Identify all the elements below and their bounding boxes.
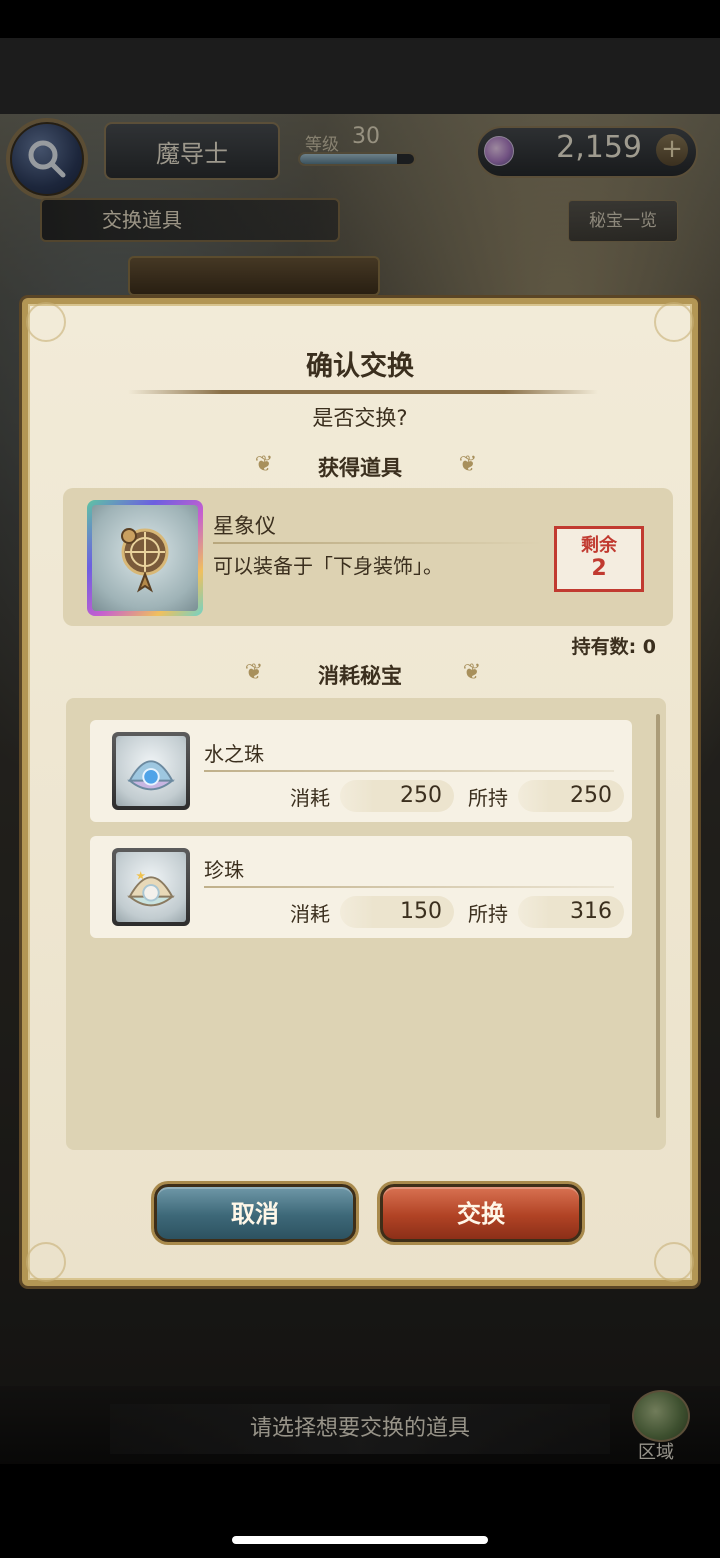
dialog-title: 确认交换 (306, 351, 414, 382)
cost-item-row: 水之珠 消耗 250 所持 250 (90, 720, 632, 822)
cost-item-name: 水之珠 (204, 742, 264, 766)
own-label: 所持 (468, 786, 508, 810)
water-pearl-shell-icon (116, 736, 186, 806)
remaining-value: 2 (591, 556, 607, 581)
corner-ornament (26, 302, 66, 342)
cancel-button[interactable]: 取消 (154, 1184, 356, 1242)
flourish-right-icon: ❦ (462, 660, 482, 685)
cost-item-icon-frame: ★ (112, 848, 190, 926)
cost-item-name: 珍珠 (204, 858, 244, 882)
remaining-label: 剩余 (581, 535, 617, 556)
home-indicator[interactable] (232, 1536, 488, 1544)
reward-divider (213, 542, 543, 544)
dialog-question: 是否交换? (312, 406, 408, 430)
pearl-shell-icon: ★ (116, 852, 186, 922)
title-divider (128, 390, 598, 394)
svg-text:★: ★ (136, 868, 146, 882)
cost-item-icon-frame (112, 732, 190, 810)
owned-count: 持有数: 0 (571, 636, 656, 658)
own-value: 316 (518, 896, 624, 928)
exchange-button[interactable]: 交换 (380, 1184, 582, 1242)
reward-heading: 获得道具 (318, 456, 402, 480)
reward-item-card: 星象仪 可以装备于「下身装饰」。 剩余 2 (63, 488, 673, 626)
remaining-stock-badge: 剩余 2 (554, 526, 644, 592)
consume-label: 消耗 (290, 786, 330, 810)
cost-list-scrollbar[interactable] (656, 714, 660, 1118)
status-bar-area (0, 0, 720, 38)
consume-value: 250 (340, 780, 454, 812)
top-letterbox (0, 38, 720, 114)
cost-heading: 消耗秘宝 (318, 664, 402, 688)
cost-divider (204, 886, 614, 888)
cost-list-panel[interactable]: 水之珠 消耗 250 所持 250 ★ 珍珠 消耗 150 所持 316 (66, 698, 666, 1150)
own-value: 250 (518, 780, 624, 812)
flourish-right-icon: ❦ (458, 452, 478, 477)
reward-item-description: 可以装备于「下身装饰」。 (213, 554, 443, 578)
corner-ornament (26, 1242, 66, 1282)
own-label: 所持 (468, 902, 508, 926)
cost-divider (204, 770, 614, 772)
consume-label: 消耗 (290, 902, 330, 926)
exchange-confirm-dialog: 确认交换 是否交换? ❦ 获得道具 ❦ 星象仪 可以装备于「下身装饰」。 剩余 … (22, 298, 698, 1286)
cost-item-row: ★ 珍珠 消耗 150 所持 316 (90, 836, 632, 938)
corner-ornament (654, 302, 694, 342)
reward-item-icon-frame (87, 500, 203, 616)
corner-ornament (654, 1242, 694, 1282)
consume-value: 150 (340, 896, 454, 928)
reward-item-name: 星象仪 (213, 514, 276, 538)
astrolabe-icon (92, 505, 198, 611)
